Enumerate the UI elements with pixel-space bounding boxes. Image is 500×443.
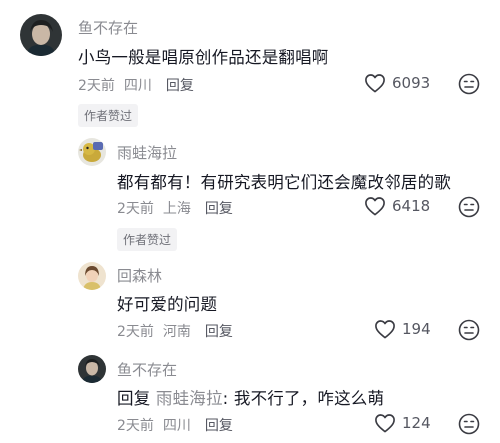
like-count: 6418 bbox=[392, 197, 431, 215]
reply-button[interactable]: 回复 bbox=[205, 198, 233, 218]
reply-prefix: 回复 bbox=[117, 389, 151, 408]
portrait-avatar-icon bbox=[20, 14, 62, 56]
unhappy-face-icon bbox=[458, 413, 480, 435]
dislike-button[interactable] bbox=[458, 413, 480, 439]
username[interactable]: 雨蛙海拉 bbox=[117, 142, 177, 163]
comment-location: 河南 bbox=[162, 324, 191, 340]
like-count: 194 bbox=[402, 320, 431, 338]
like-button[interactable]: 6418 bbox=[364, 196, 430, 216]
comment-time: 2天前 bbox=[78, 78, 115, 94]
comment-location: 上海 bbox=[162, 201, 191, 217]
comment-text: 回复 雨蛙海拉: 我不行了，咋这么萌 bbox=[117, 385, 384, 409]
heart-outline-icon bbox=[365, 197, 385, 216]
reply-mention[interactable]: 雨蛙海拉 bbox=[156, 389, 223, 408]
comment-meta: 2天前 四川 回复 bbox=[117, 415, 233, 435]
heart-outline-icon bbox=[375, 414, 395, 433]
comment-text: 好可爱的问题 bbox=[117, 295, 218, 314]
comment-text: 小鸟一般是唱原创作品还是翻唱啊 bbox=[78, 48, 329, 67]
unhappy-face-icon bbox=[458, 196, 480, 218]
bird-avatar-icon bbox=[78, 138, 106, 166]
comment-location: 四川 bbox=[123, 78, 152, 94]
comment-time: 2天前 bbox=[117, 201, 154, 217]
comment-meta: 2天前 河南 回复 bbox=[117, 321, 233, 341]
comment-location: 四川 bbox=[162, 418, 191, 434]
username[interactable]: 鱼不存在 bbox=[117, 359, 177, 380]
girl-avatar-icon bbox=[78, 262, 106, 290]
comment-meta: 2天前 上海 回复 bbox=[117, 198, 233, 218]
avatar[interactable] bbox=[78, 262, 106, 290]
dislike-button[interactable] bbox=[458, 196, 480, 222]
comment-time: 2天前 bbox=[117, 324, 154, 340]
avatar[interactable] bbox=[78, 138, 106, 166]
reply-body: : 我不行了，咋这么萌 bbox=[222, 389, 385, 408]
reply-button[interactable]: 回复 bbox=[205, 415, 233, 435]
avatar[interactable] bbox=[78, 355, 106, 383]
avatar[interactable] bbox=[20, 14, 62, 56]
comment-time: 2天前 bbox=[117, 418, 154, 434]
comment-meta: 2天前 四川 回复 bbox=[78, 75, 194, 95]
portrait-avatar-icon bbox=[78, 355, 106, 383]
dislike-button[interactable] bbox=[458, 319, 480, 345]
like-count: 6093 bbox=[392, 74, 431, 92]
like-button[interactable]: 194 bbox=[374, 319, 431, 339]
heart-outline-icon bbox=[365, 74, 385, 93]
author-liked-badge: 作者赞过 bbox=[78, 104, 139, 127]
heart-outline-icon bbox=[375, 320, 395, 339]
author-liked-badge: 作者赞过 bbox=[117, 228, 178, 251]
comment-text: 都有都有！有研究表明它们还会魔改邻居的歌 bbox=[117, 173, 451, 192]
username[interactable]: 鱼不存在 bbox=[78, 17, 138, 38]
like-button[interactable]: 6093 bbox=[364, 73, 430, 93]
reply-button[interactable]: 回复 bbox=[205, 321, 233, 341]
like-button[interactable]: 124 bbox=[374, 413, 431, 433]
unhappy-face-icon bbox=[458, 319, 480, 341]
username[interactable]: 回森林 bbox=[117, 265, 162, 286]
like-count: 124 bbox=[402, 414, 431, 432]
reply-button[interactable]: 回复 bbox=[166, 75, 194, 95]
dislike-button[interactable] bbox=[458, 73, 480, 99]
unhappy-face-icon bbox=[458, 73, 480, 95]
